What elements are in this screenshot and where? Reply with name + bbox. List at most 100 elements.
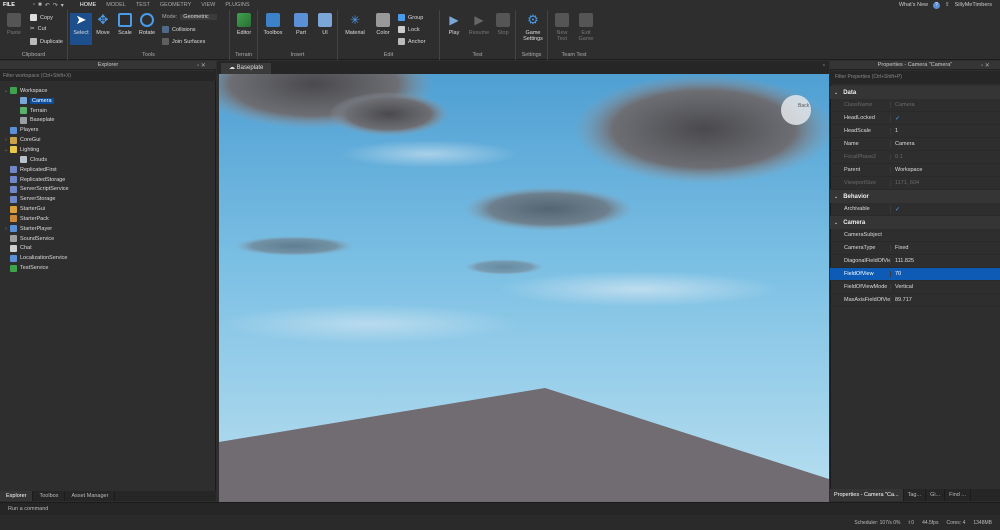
paste-button[interactable]: Paste [3,13,25,36]
tab-asset-manager[interactable]: Asset Manager [65,491,116,501]
view-cube[interactable]: Back [781,95,811,125]
terrain-editor-button[interactable]: Editor [233,13,255,36]
property-row[interactable]: FieldOfView 70 [830,268,1000,281]
viewport-restore-icon[interactable]: ▫ [823,63,825,69]
tree-item[interactable]: › StarterPlayer [0,224,216,234]
properties-filter-input[interactable]: Filter Properties (Ctrl+Shift+P) [830,71,1000,84]
property-checkbox[interactable]: ✓ [890,114,1000,122]
play-button[interactable]: ▶ Play [443,13,465,36]
property-value[interactable]: Camera [890,141,1000,147]
username[interactable]: SillyMeTimbers [955,2,992,8]
property-row[interactable]: Name Camera [830,138,1000,151]
tab-test[interactable]: TEST [136,2,150,8]
property-value[interactable]: Vertical [890,284,1000,290]
tab-geometry[interactable]: GEOMETRY [160,2,191,8]
property-checkbox[interactable]: ✓ [890,205,1000,213]
duplicate-button[interactable]: Duplicate [30,38,63,45]
property-row[interactable]: FieldOfViewMode Vertical [830,281,1000,294]
exit-game-button[interactable]: Exit Game [575,13,597,42]
tree-item[interactable]: StarterGui [0,204,216,214]
part-button[interactable]: Part [290,13,312,36]
property-value[interactable]: 70 [890,271,1000,277]
resume-button[interactable]: ▶ Resume [468,13,490,36]
tree-item[interactable]: LocalizationService [0,253,216,263]
expand-arrow-icon[interactable]: › [2,137,10,143]
property-value[interactable]: Workspace [890,167,1000,173]
expand-arrow-icon[interactable]: ⌄ [2,88,10,94]
tree-item[interactable]: SoundService [0,234,216,244]
scale-tool[interactable]: Scale [114,13,136,36]
property-row[interactable]: CameraSubject [830,229,1000,242]
collisions-toggle[interactable]: Collisions [162,26,196,33]
tree-item[interactable]: Clouds [0,155,216,165]
expand-arrow-icon[interactable]: › [2,226,10,232]
cut-button[interactable]: ✂ Cut [30,26,46,32]
color-button[interactable]: Color [372,13,394,36]
undo-icon[interactable]: ↶ [45,2,50,9]
join-surfaces-toggle[interactable]: Join Surfaces [162,38,205,45]
collapse-arrow-icon[interactable]: ⌄ [834,90,838,96]
property-row[interactable]: ViewportSize 1171, 604 [830,177,1000,190]
property-row[interactable]: HeadLocked ✓ [830,112,1000,125]
file-menu[interactable]: FILE [3,2,15,8]
tab-explorer[interactable]: Explorer [0,491,34,501]
property-value[interactable]: 111.825 [890,258,1000,264]
material-button[interactable]: ✳ Material [344,13,366,36]
tree-item[interactable]: ⌄ Workspace [0,86,216,96]
property-value[interactable]: Fixed [890,245,1000,251]
customize-icon[interactable]: ▾ [61,2,64,9]
tab-tags[interactable]: Tag... [904,489,927,501]
help-icon[interactable]: ? [933,1,940,9]
property-row[interactable]: MaxAxisFieldOfView 89.717 [830,294,1000,307]
property-section-header[interactable]: ⌄ Behavior [830,190,1000,203]
select-tool[interactable]: ➤ Select [70,13,92,45]
mode-selector[interactable]: Mode: Geometric [162,14,217,20]
properties-window-controls[interactable]: ▫ ✕ [981,62,990,69]
stop-button[interactable]: Stop [492,13,514,36]
tree-item[interactable]: TestService [0,263,216,273]
move-tool[interactable]: ✥ Move [92,13,114,37]
tree-item[interactable]: ServerStorage [0,194,216,204]
tree-item[interactable]: Camera [0,96,216,106]
tree-item[interactable]: Baseplate [0,116,216,126]
tree-item[interactable]: ReplicatedFirst [0,165,216,175]
command-bar-input[interactable]: Run a command [0,502,1000,515]
group-button[interactable]: Group [398,14,423,21]
toolbox-button[interactable]: Toolbox [262,13,284,36]
lock-button[interactable]: Lock [398,26,420,33]
share-icon[interactable]: ⇪ [945,2,950,8]
ui-button[interactable]: UI [314,13,336,36]
tree-item[interactable]: ReplicatedStorage [0,175,216,185]
property-row[interactable]: FocalPhase2 0.1 [830,151,1000,164]
tab-properties[interactable]: Properties - Camera "Ca... [830,489,904,501]
property-row[interactable]: CameraType Fixed [830,242,1000,255]
tree-item[interactable]: › CoreGui [0,135,216,145]
viewport-tab[interactable]: ☁ Baseplate [221,63,272,74]
save-icon[interactable]: ■ [38,2,42,9]
tree-item[interactable]: StarterPack [0,214,216,224]
collapse-arrow-icon[interactable]: ⌄ [834,194,838,200]
tree-item[interactable]: Chat [0,244,216,254]
copy-button[interactable]: Copy [30,14,53,21]
explorer-window-controls[interactable]: ▫ ✕ [197,62,206,69]
property-section-header[interactable]: ⌄ Data [830,86,1000,99]
property-row[interactable]: Archivable ✓ [830,203,1000,216]
tree-item[interactable]: ServerScriptService [0,184,216,194]
game-settings-button[interactable]: ⚙ Game Settings [521,13,545,43]
tab-model[interactable]: MODEL [106,2,126,8]
property-value[interactable]: 1 [890,128,1000,134]
explorer-filter-input[interactable]: Filter workspace (Ctrl+Shift+X) [0,71,216,81]
new-test-button[interactable]: New Test [551,13,573,42]
property-row[interactable]: HeadScale 1 [830,125,1000,138]
expand-arrow-icon[interactable]: ⌄ [2,147,10,153]
tree-item[interactable]: Players [0,125,216,135]
tree-item[interactable]: Terrain [0,106,216,116]
property-value[interactable]: 89.717 [890,297,1000,303]
property-row[interactable]: DiagonalFieldOfView111.825 [830,255,1000,268]
property-row[interactable]: ClassName Camera [830,99,1000,112]
tab-view[interactable]: VIEW [201,2,215,8]
tab-toolbox[interactable]: Toolbox [33,491,66,501]
tab-home[interactable]: HOME [80,2,97,8]
new-file-icon[interactable]: ▫ [33,2,35,9]
anchor-button[interactable]: Anchor [398,38,425,45]
